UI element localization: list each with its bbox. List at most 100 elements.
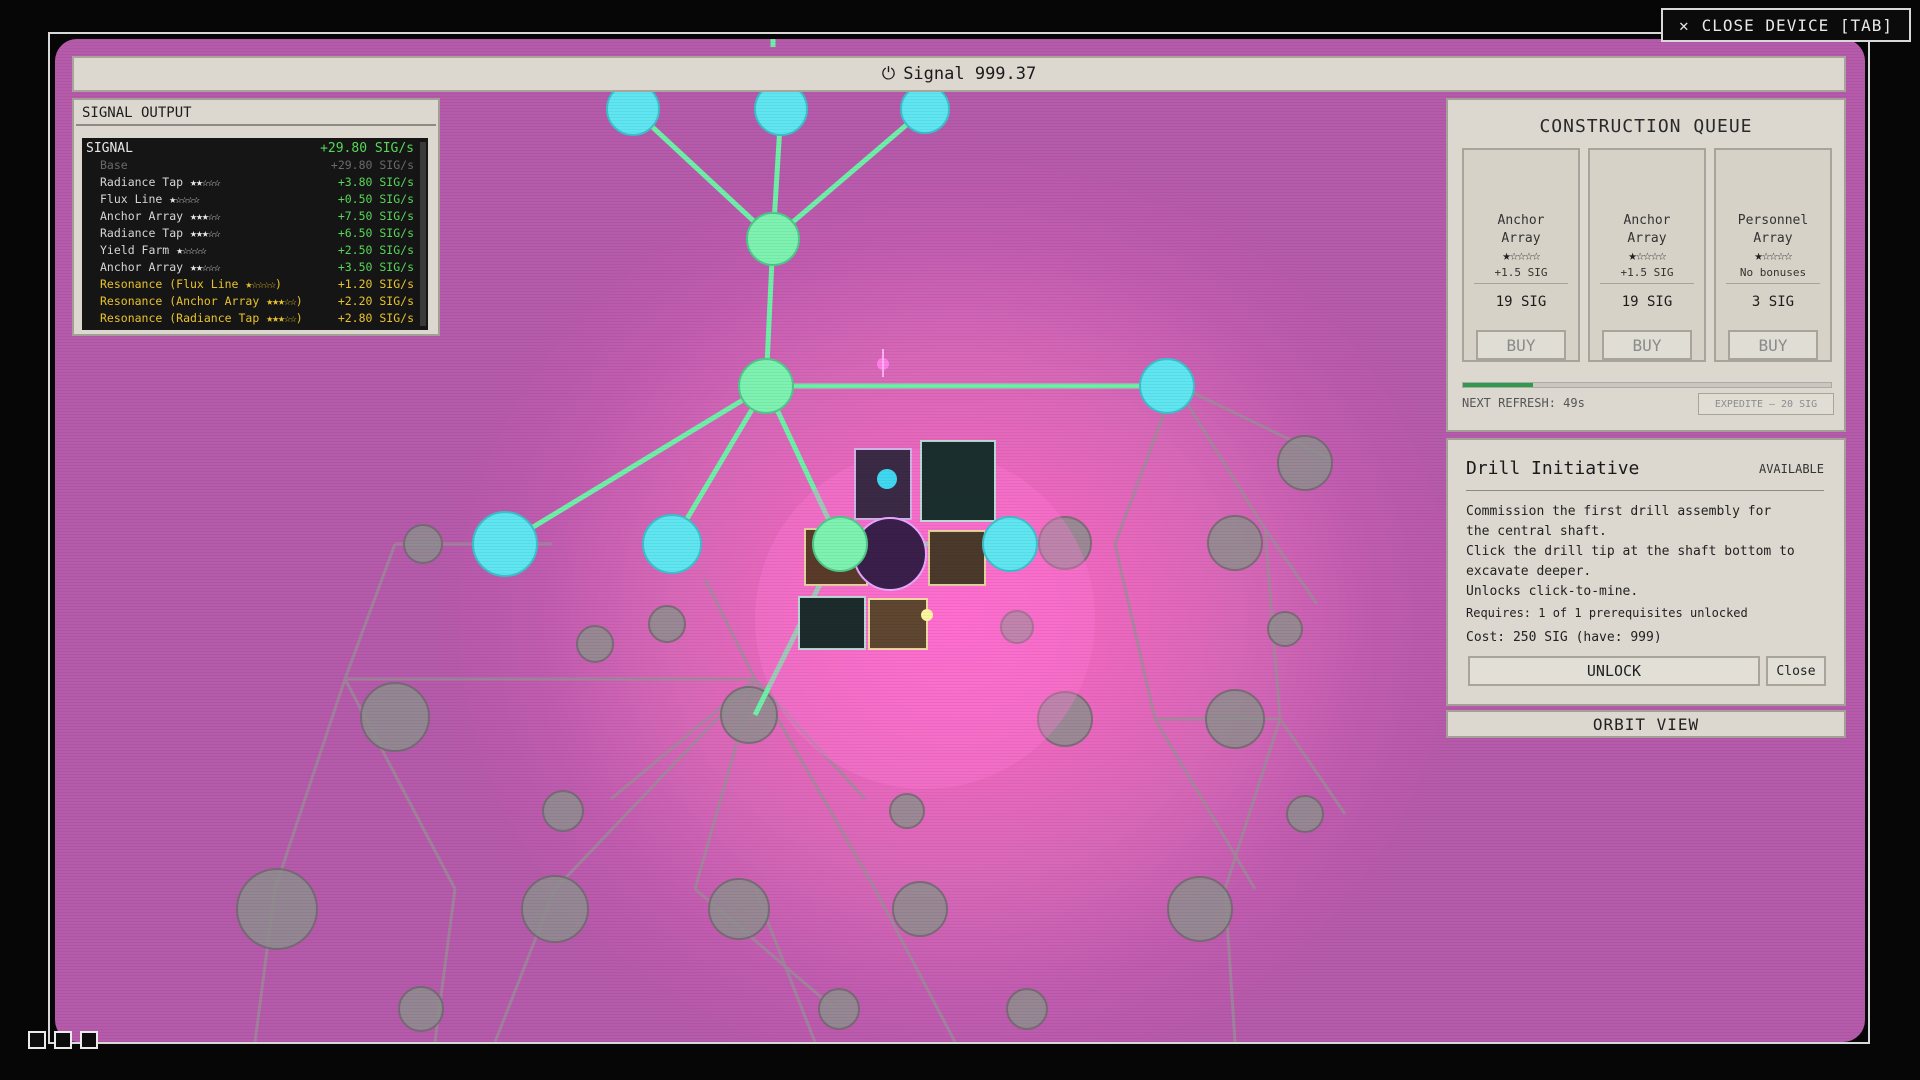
detail-close-button[interactable]: Close	[1766, 656, 1826, 686]
construction-card: Anchor Array ★☆☆☆☆ +1.5 SIG 19 SIG BUY	[1588, 148, 1706, 362]
card-name-line: Array	[1501, 231, 1541, 246]
signal-total-row: SIGNAL +29.80 SIG/s	[86, 140, 428, 157]
signal-source-value: +29.80 SIG/s	[330, 158, 414, 172]
signal-source-name: Radiance Tap ★★☆☆☆	[86, 174, 221, 191]
detail-divider	[1466, 490, 1824, 491]
construction-queue-title: CONSTRUCTION QUEUE	[1539, 116, 1753, 137]
signal-source-row: Resonance (Anchor Array ★★★☆☆) +2.20 SIG/…	[86, 293, 428, 310]
star-rating: ★☆☆☆☆	[1754, 248, 1792, 264]
signal-source-row: Resonance (Radiance Tap ★★★☆☆) +2.80 SIG/…	[86, 310, 428, 327]
card-name-line: Array	[1753, 231, 1793, 246]
signal-bar: ⏻ Signal 999.37	[72, 56, 1846, 92]
star-rating: ★☆☆☆☆	[169, 192, 200, 206]
signal-source-row: Anchor Array ★★★☆☆ +7.50 SIG/s	[86, 208, 428, 225]
orbit-view-button[interactable]: ORBIT VIEW	[1446, 710, 1846, 738]
refresh-progress-fill	[1463, 383, 1533, 387]
card-name-line: Array	[1627, 231, 1667, 246]
detail-panel: Drill Initiative AVAILABLE Commission th…	[1446, 438, 1846, 706]
card-bonus: +1.5 SIG	[1474, 266, 1568, 284]
signal-source-value: +1.20 SIG/s	[337, 277, 414, 291]
star-rating: ★★★☆☆	[190, 209, 221, 223]
card-name: Personnel Array	[1716, 212, 1830, 248]
signal-source-value: +6.50 SIG/s	[337, 226, 414, 240]
signal-source-label: Resonance (Flux Line	[100, 277, 239, 291]
card-name-line: Anchor	[1623, 213, 1671, 228]
signal-source-value: +3.50 SIG/s	[337, 260, 414, 274]
signal-source-label: Flux Line	[100, 192, 163, 206]
star-rating: ★★☆☆☆	[190, 175, 221, 189]
signal-source-value: +7.50 SIG/s	[337, 209, 414, 223]
construction-card: Personnel Array ★☆☆☆☆ No bonuses 3 SIG BUY	[1714, 148, 1832, 362]
construction-queue-panel: CONSTRUCTION QUEUE Anchor Array ★☆☆☆☆ +1.5 …	[1446, 98, 1846, 432]
signal-source-row: Flux Line ★☆☆☆☆ +0.50 SIG/s	[86, 191, 428, 208]
signal-output-title: SIGNAL OUTPUT	[76, 100, 436, 126]
signal-source-label: Resonance (Anchor Array	[100, 294, 260, 308]
window-button-1[interactable]	[28, 1031, 46, 1049]
signal-source-name: Radiance Tap ★★★☆☆	[86, 225, 221, 242]
x-icon: ✕	[1678, 15, 1690, 35]
signal-source-name: Yield Farm ★☆☆☆☆	[86, 242, 207, 259]
signal-source-row: Radiance Tap ★★☆☆☆ +3.80 SIG/s	[86, 174, 428, 191]
card-price: 19 SIG	[1621, 294, 1673, 310]
signal-source-label: Base	[100, 158, 128, 172]
signal-source-row: Base +29.80 SIG/s	[86, 157, 428, 174]
signal-source-label: Resonance (Radiance Tap	[100, 311, 260, 325]
expedite-button[interactable]: EXPEDITE — 20 SIG	[1698, 393, 1834, 415]
signal-source-label: Radiance Tap	[100, 226, 184, 240]
signal-source-label: Radiance Tap	[100, 175, 184, 189]
signal-source-row: Yield Farm ★☆☆☆☆ +2.50 SIG/s	[86, 242, 428, 259]
buy-button[interactable]: BUY	[1602, 330, 1692, 360]
signal-source-label: Anchor Array	[100, 260, 184, 274]
drill-tip-marker[interactable]	[877, 349, 889, 377]
signal-source-row: Resonance (Flux Line ★☆☆☆☆) +1.20 SIG/s	[86, 276, 428, 293]
signal-total-name: SIGNAL	[86, 141, 133, 156]
window-button-3[interactable]	[80, 1031, 98, 1049]
card-price: 3 SIG	[1751, 294, 1795, 310]
refresh-progress-bar	[1462, 382, 1832, 388]
signal-output-scrollbar[interactable]	[420, 142, 426, 326]
detail-desc-line: Click the drill tip at the shaft bottom …	[1466, 544, 1795, 559]
signal-source-value: +2.20 SIG/s	[337, 294, 414, 308]
star-rating: ★★☆☆☆	[190, 260, 221, 274]
signal-source-label: Anchor Array	[100, 209, 184, 223]
signal-source-value: +2.80 SIG/s	[337, 311, 414, 325]
signal-source-value: +0.50 SIG/s	[337, 192, 414, 206]
card-bonus: +1.5 SIG	[1600, 266, 1694, 284]
window-button-2[interactable]	[54, 1031, 72, 1049]
detail-desc-line: excavate deeper.	[1466, 564, 1592, 579]
signal-source-label: Yield Farm	[100, 243, 170, 257]
signal-source-name: Flux Line ★☆☆☆☆	[86, 191, 200, 208]
signal-total-value: +29.80 SIG/s	[320, 141, 414, 156]
detail-title: Drill Initiative	[1466, 458, 1640, 479]
detail-desc-line: the central shaft.	[1466, 524, 1607, 539]
detail-requirements: Requires: 1 of 1 prerequisites unlocked	[1466, 606, 1748, 620]
star-rating: ★☆☆☆☆	[176, 243, 207, 257]
signal-source-name: Anchor Array ★★☆☆☆	[86, 259, 221, 276]
close-device-label: CLOSE DEVICE [TAB]	[1701, 15, 1894, 35]
signal-source-value: +3.80 SIG/s	[337, 175, 414, 189]
signal-output-panel: SIGNAL OUTPUT SIGNAL +29.80 SIG/s Base +2…	[72, 98, 440, 336]
star-rating: ★☆☆☆☆)	[245, 277, 282, 291]
detail-status: AVAILABLE	[1758, 462, 1824, 476]
close-device-button[interactable]: ✕ CLOSE DEVICE [TAB]	[1661, 8, 1911, 42]
power-icon: ⏻	[881, 64, 896, 84]
detail-cost: Cost: 250 SIG (have: 999)	[1466, 630, 1662, 645]
star-rating: ★★★☆☆)	[266, 294, 303, 308]
star-rating: ★☆☆☆☆	[1502, 248, 1540, 264]
signal-source-name: Base	[86, 157, 128, 174]
signal-source-value: +2.50 SIG/s	[337, 243, 414, 257]
detail-description: Commission the first drill assembly for …	[1466, 502, 1836, 602]
signal-output-list[interactable]: SIGNAL +29.80 SIG/s Base +29.80 SIG/s Radi…	[82, 138, 428, 330]
detail-desc-line: Unlocks click-to-mine.	[1466, 584, 1639, 599]
buy-button[interactable]: BUY	[1728, 330, 1818, 360]
next-refresh-label: NEXT REFRESH: 49s	[1462, 396, 1585, 410]
card-name: Anchor Array	[1464, 212, 1578, 248]
card-price: 19 SIG	[1495, 294, 1547, 310]
unlock-button[interactable]: UNLOCK	[1468, 656, 1760, 686]
star-rating: ★☆☆☆☆	[1628, 248, 1666, 264]
card-bonus: No bonuses	[1726, 266, 1820, 284]
buy-button[interactable]: BUY	[1476, 330, 1566, 360]
star-rating: ★★★☆☆	[190, 226, 221, 240]
window-buttons	[28, 1031, 98, 1049]
card-name-line: Anchor	[1497, 213, 1545, 228]
